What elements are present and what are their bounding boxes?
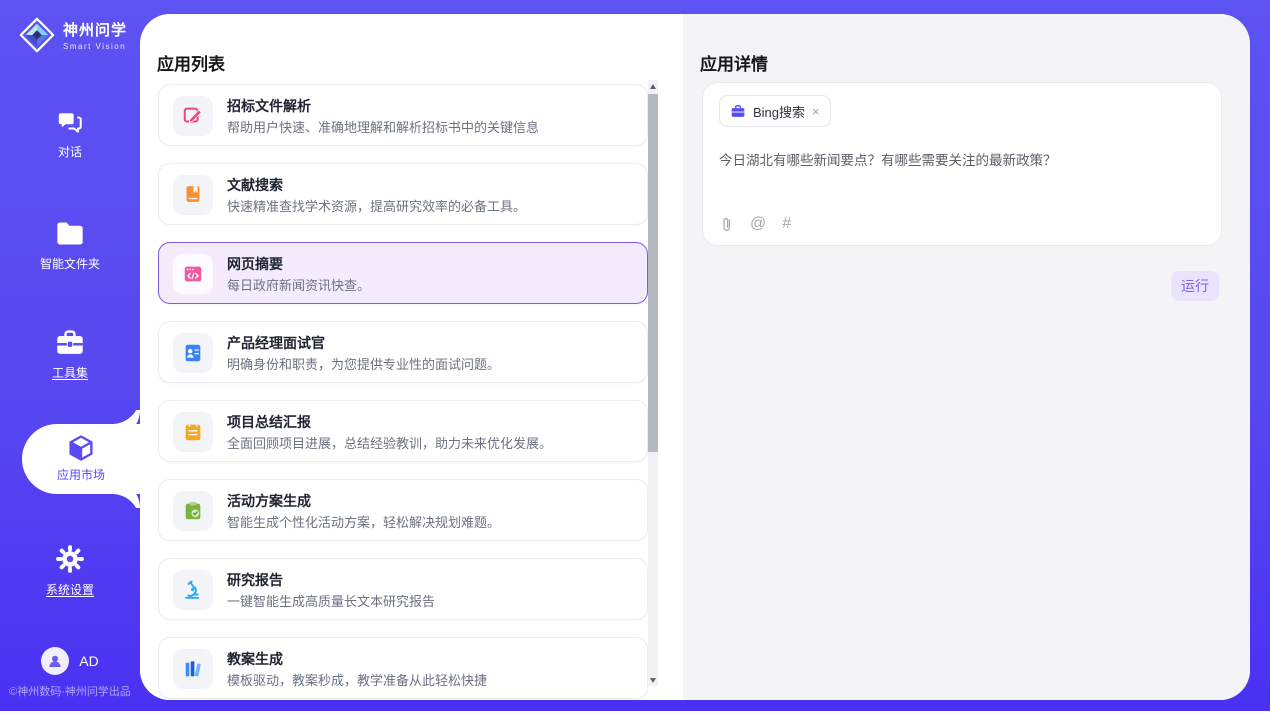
app-card-event-plan[interactable]: 活动方案生成 智能生成个性化活动方案，轻松解决规划难题。	[158, 479, 648, 541]
document-edit-icon	[173, 96, 213, 136]
scroll-up-icon[interactable]	[648, 80, 658, 92]
app-detail-panel: 应用详情 Bing搜索 × 今日湖北有哪些新闻要点？有哪些需要关注的最新政策？	[683, 14, 1250, 700]
user-label: AD	[79, 653, 98, 669]
person-icon	[46, 652, 64, 670]
avatar	[41, 647, 69, 675]
attachment-toolbar: @ #	[719, 215, 791, 233]
app-card-title: 教案生成	[227, 649, 283, 669]
chat-icon	[55, 108, 85, 136]
app-card-research-report[interactable]: 研究报告 一键智能生成高质量长文本研究报告	[158, 558, 648, 620]
app-list-panel: 应用列表 招标文件解析 帮助用户快速、准确地理解和解析招标书中的关键信息	[140, 14, 683, 700]
main-content: 应用列表 招标文件解析 帮助用户快速、准确地理解和解析招标书中的关键信息	[140, 14, 1250, 700]
sidebar-item-label: 工具集	[0, 364, 140, 381]
hash-icon[interactable]: #	[782, 215, 791, 233]
query-input-card[interactable]: Bing搜索 × 今日湖北有哪些新闻要点？有哪些需要关注的最新政策？ @ #	[702, 82, 1222, 246]
app-window: 神州问学 Smart Vision 对话 智能文件夹	[0, 0, 1270, 711]
app-card-desc: 帮助用户快速、准确地理解和解析招标书中的关键信息	[227, 117, 539, 136]
scrollbar-thumb[interactable]	[648, 94, 658, 452]
paperclip-icon[interactable]	[719, 215, 734, 233]
query-text[interactable]: 今日湖北有哪些新闻要点？有哪些需要关注的最新政策？	[719, 149, 1057, 169]
microscope-icon	[173, 570, 213, 610]
sidebar: 神州问学 Smart Vision 对话 智能文件夹	[0, 0, 140, 711]
app-card-bid-parse[interactable]: 招标文件解析 帮助用户快速、准确地理解和解析招标书中的关键信息	[158, 84, 648, 146]
tool-tag-bing-search[interactable]: Bing搜索 ×	[719, 95, 831, 127]
brand-subtitle: Smart Vision	[63, 42, 127, 51]
sidebar-item-label: 应用市场	[22, 466, 140, 483]
app-card-lesson-plan[interactable]: 教案生成 模板驱动，教案秒成，教学准备从此轻松快捷	[158, 637, 648, 699]
app-card-title: 活动方案生成	[227, 491, 311, 511]
notepad-icon	[173, 412, 213, 452]
books-icon	[173, 649, 213, 689]
app-card-desc: 明确身份和职责，为您提供专业性的面试问题。	[227, 354, 500, 373]
list-scrollbar[interactable]	[648, 80, 658, 686]
app-card-title: 招标文件解析	[227, 96, 311, 116]
sidebar-item-chat[interactable]: 对话	[0, 108, 140, 160]
app-card-title: 网页摘要	[227, 254, 283, 274]
tool-tag-label: Bing搜索	[753, 102, 805, 121]
briefcase-icon	[730, 104, 746, 119]
app-card-title: 产品经理面试官	[227, 333, 325, 353]
sidebar-item-label: 对话	[0, 143, 140, 160]
sidebar-item-toolset[interactable]: 工具集	[0, 329, 140, 381]
app-card-title: 项目总结汇报	[227, 412, 311, 432]
app-card-web-summary[interactable]: 网页摘要 每日政府新闻资讯快查。	[158, 242, 648, 304]
app-list: 招标文件解析 帮助用户快速、准确地理解和解析招标书中的关键信息 文献搜索 快速精…	[158, 84, 648, 700]
app-detail-title: 应用详情	[700, 50, 768, 75]
sidebar-item-app-market[interactable]: 应用市场	[22, 424, 140, 494]
toolbox-icon	[54, 329, 86, 357]
app-card-pm-interviewer[interactable]: 产品经理面试官 明确身份和职责，为您提供专业性的面试问题。	[158, 321, 648, 383]
sidebar-item-label: 智能文件夹	[0, 255, 140, 272]
copyright-text: ©神州数码·神州问学出品	[0, 683, 140, 699]
app-card-desc: 智能生成个性化活动方案，轻松解决规划难题。	[227, 512, 500, 531]
clipboard-check-icon	[173, 491, 213, 531]
brand-title: 神州问学	[63, 19, 127, 40]
sidebar-item-smart-folder[interactable]: 智能文件夹	[0, 221, 140, 272]
app-card-title: 文献搜索	[227, 175, 283, 195]
at-icon[interactable]: @	[750, 215, 766, 233]
run-button[interactable]: 运行	[1171, 271, 1219, 301]
app-card-literature-search[interactable]: 文献搜索 快速精准查找学术资源，提高研究效率的必备工具。	[158, 163, 648, 225]
app-card-project-summary[interactable]: 项目总结汇报 全面回顾项目进展，总结经验教训，助力未来优化发展。	[158, 400, 648, 462]
user-account[interactable]: AD	[0, 647, 140, 675]
app-card-desc: 快速精准查找学术资源，提高研究效率的必备工具。	[227, 196, 526, 215]
folder-icon	[54, 221, 86, 248]
app-card-desc: 模板驱动，教案秒成，教学准备从此轻松快捷	[227, 670, 487, 689]
browser-code-icon	[173, 254, 213, 294]
book-icon	[173, 175, 213, 215]
interview-person-icon	[173, 333, 213, 373]
tag-close-icon[interactable]: ×	[812, 104, 820, 119]
app-card-desc: 每日政府新闻资讯快查。	[227, 275, 370, 294]
app-card-desc: 全面回顾项目进展，总结经验教训，助力未来优化发展。	[227, 433, 552, 452]
cube-icon	[66, 432, 96, 464]
app-card-title: 研究报告	[227, 570, 283, 590]
sidebar-item-label: 系统设置	[0, 581, 140, 598]
app-list-title: 应用列表	[157, 50, 225, 75]
diamond-logo-icon	[18, 16, 56, 54]
app-card-desc: 一键智能生成高质量长文本研究报告	[227, 591, 435, 610]
sidebar-item-settings[interactable]: 系统设置	[0, 544, 140, 598]
gear-icon	[55, 544, 85, 574]
scroll-down-icon[interactable]	[648, 674, 658, 686]
brand-logo: 神州问学 Smart Vision	[18, 16, 127, 54]
